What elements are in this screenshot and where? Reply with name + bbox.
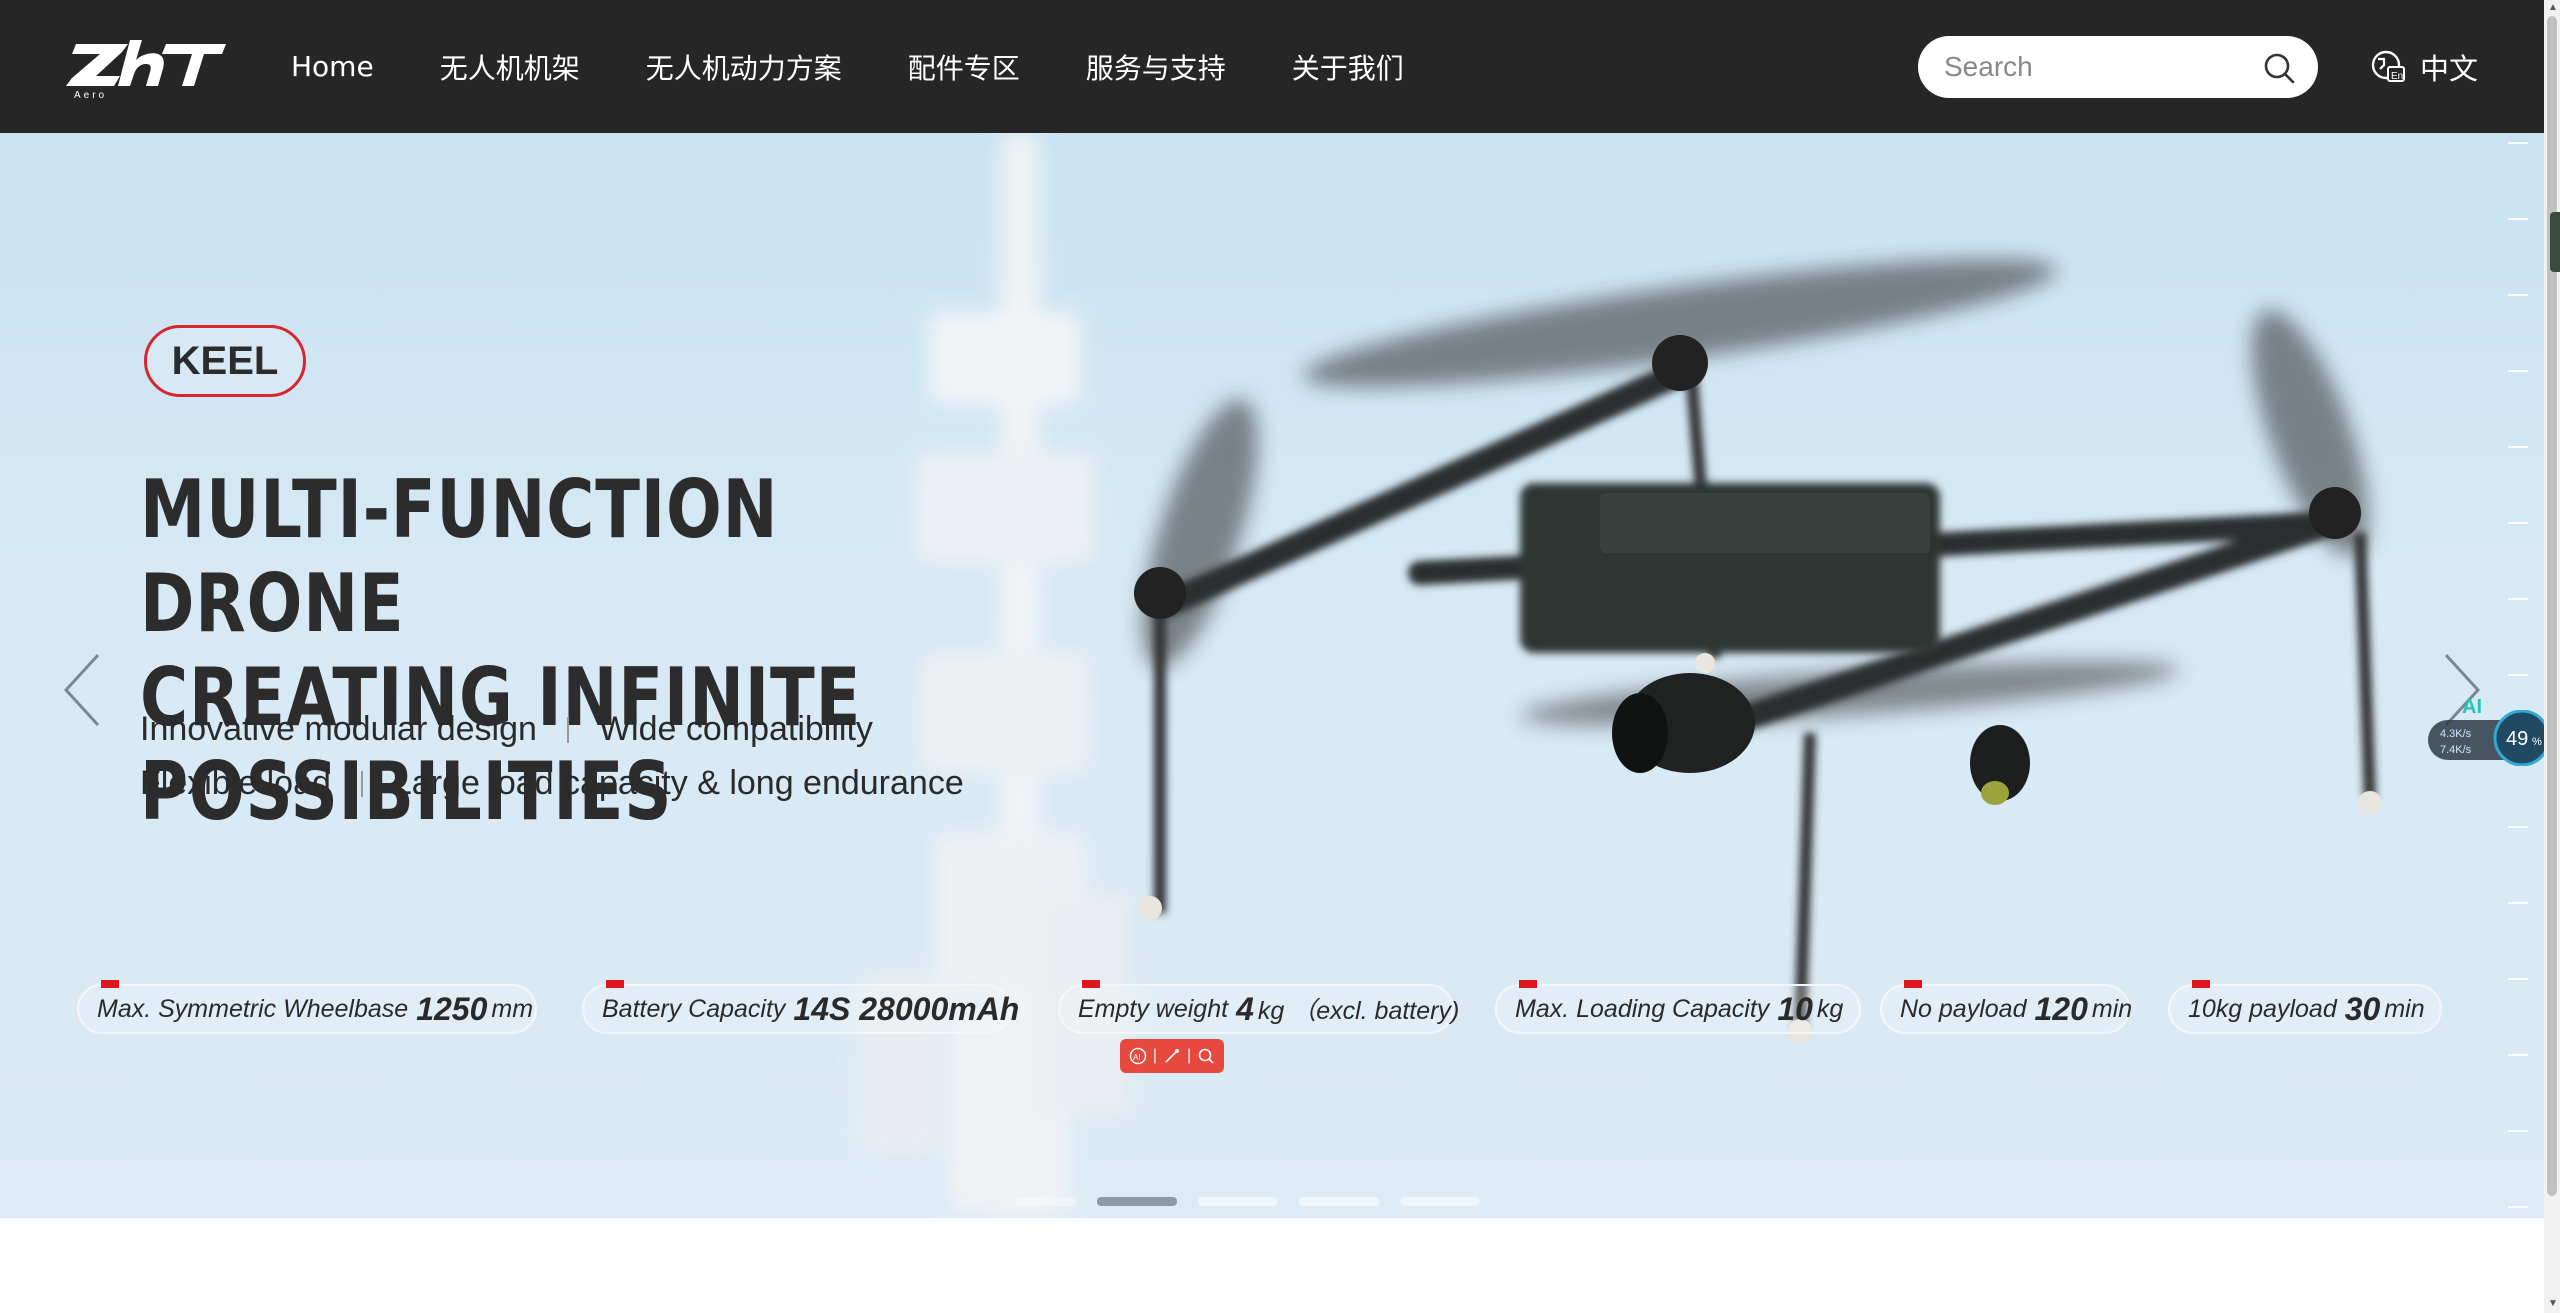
carousel-dot[interactable] [1198,1197,1278,1206]
top-navigation-bar: Aero Home 无人机机架 无人机动力方案 配件专区 服务与支持 关于我们 … [0,0,2544,133]
spec-empty-weight: Empty weight 4 kg （excl. battery) [1058,980,1459,1034]
feature-row-1: Innovative modular design Wide compatibi… [140,710,873,749]
spec-unit: min [2384,994,2425,1023]
carousel-dot-active[interactable] [1097,1197,1177,1206]
search-icon[interactable] [1197,1047,1215,1065]
chevron-left-icon[interactable] [54,645,110,735]
spec-label: 10kg payload [2188,994,2337,1023]
spec-accent-mark [1082,980,1100,988]
carousel-dot[interactable] [1299,1197,1379,1206]
language-switch[interactable]: En 中文 [2370,40,2478,94]
hero-banner: KEEL MULTI-FUNCTION DRONE CREATING INFIN… [0,133,2544,1218]
nav-item-drone-frames[interactable]: 无人机机架 [440,47,580,87]
spec-label: No payload [1900,994,2027,1023]
scroll-up-arrow-icon[interactable]: ▲ [2548,2,2558,13]
feature-separator [566,716,569,743]
language-label: 中文 [2420,52,2479,86]
spec-accent-mark [2192,980,2210,988]
spec-10kg-payload-endurance: 10kg payload 30 min [2168,980,2442,1034]
spec-label: Max. Loading Capacity [1515,994,1770,1023]
spec-accent-mark [606,980,624,988]
spec-value: 4 [1236,990,1254,1027]
magic-wand-icon[interactable] [1163,1047,1181,1065]
network-speed-widget[interactable]: 4.3K/s 7.4K/s 49 % [2426,710,2552,766]
floating-ai-toolbar: AI | | [1120,1039,1224,1073]
ai-icon[interactable]: AI [1129,1047,1147,1065]
feature-item: Wide compatibility [598,710,873,748]
spec-unit: kg [1816,994,1844,1023]
spec-accent-mark [1904,980,1922,988]
spec-accent-mark [101,980,119,988]
spec-value: 1250 [416,990,488,1027]
search-icon[interactable] [2262,51,2296,85]
spec-accent-mark [1519,980,1537,988]
spec-no-payload-endurance: No payload 120 min [1880,980,2133,1034]
spec-unit: mm [491,994,534,1023]
svg-text:AI: AI [1133,1053,1141,1062]
carousel-dot[interactable] [1400,1197,1480,1206]
page-scrollbar[interactable]: ▲ ▼ [2544,0,2560,1313]
spec-battery: Battery Capacity 14S 28000mAh [582,980,1019,1034]
nav-item-home[interactable]: Home [291,50,374,83]
nav-item-accessories[interactable]: 配件专区 [908,47,1020,87]
percent-value: 49 [2506,728,2528,750]
spec-wheelbase: Max. Symmetric Wheelbase 1250 mm [77,980,537,1034]
toolbar-divider: | [1186,1047,1192,1064]
feature-row-2: Flexible load Large load capacity & long… [140,764,964,803]
headline-line-1: MULTI-FUNCTION DRONE [140,463,779,650]
language-icon: En [2371,50,2405,82]
scroll-down-arrow-icon[interactable]: ▼ [2548,1298,2558,1309]
svg-text:En: En [2391,71,2403,82]
spec-value: 30 [2344,990,2381,1027]
nav-item-about-us[interactable]: 关于我们 [1292,47,1404,87]
scrollbar-thumb[interactable] [2547,16,2557,1196]
spec-label: Empty weight [1078,994,1229,1023]
spec-unit: min [2091,994,2133,1023]
feature-item: Flexible load [140,764,331,802]
main-navigation: Home 无人机机架 无人机动力方案 配件专区 服务与支持 关于我们 [291,0,1470,133]
carousel-pagination [1016,1197,1501,1206]
feature-item: Innovative modular design [140,710,537,748]
nav-item-service-support[interactable]: 服务与支持 [1086,47,1226,87]
spec-unit: kg （excl. battery) [1257,997,1460,1025]
spec-label: Max. Symmetric Wheelbase [97,994,409,1023]
svg-text:%: % [2532,736,2542,748]
carousel-dot[interactable] [1016,1197,1076,1206]
feature-item: Large load capacity & long endurance [392,764,964,802]
logo-subtext: Aero [74,90,107,100]
scroll-indicator-ticks [2508,142,2528,1208]
zht-logo[interactable]: Aero [66,34,226,100]
nav-item-power-solutions[interactable]: 无人机动力方案 [646,47,842,87]
side-panel-tab[interactable] [2550,212,2560,272]
spec-value: 14S 28000mAh [793,990,1020,1027]
search-input[interactable] [1944,36,2254,98]
search-box [1918,36,2318,98]
feature-separator [360,770,363,797]
upload-speed: 4.3K/s [2440,728,2472,740]
download-speed: 7.4K/s [2440,744,2472,756]
toolbar-divider: | [1152,1047,1158,1064]
spec-label: Battery Capacity [602,994,786,1023]
spec-value: 120 [2034,990,2088,1027]
spec-loading-capacity: Max. Loading Capacity 10 kg [1495,980,1861,1034]
product-badge: KEEL [144,325,306,397]
spec-value: 10 [1777,990,1813,1027]
